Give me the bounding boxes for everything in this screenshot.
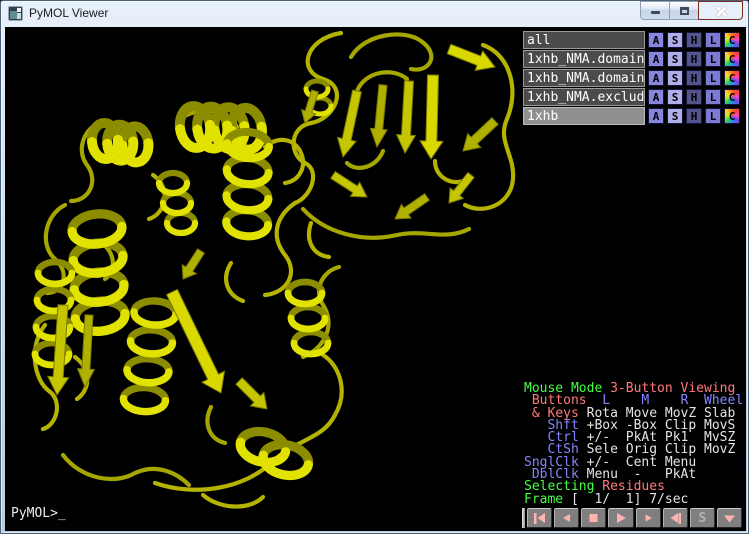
object-action-h-button[interactable]: H bbox=[686, 108, 702, 124]
object-action-c-button[interactable]: C bbox=[724, 32, 740, 48]
skip-end-icon bbox=[668, 512, 683, 524]
viewport-3d[interactable]: PyMOL>_ bbox=[5, 27, 522, 531]
maximize-button[interactable] bbox=[669, 1, 699, 20]
mouse-mode-panel: Mouse Mode 3-Button Viewing Buttons L M … bbox=[524, 383, 746, 506]
object-action-a-button[interactable]: A bbox=[648, 89, 664, 105]
object-name[interactable]: 1xhb bbox=[523, 107, 645, 125]
step-back-icon bbox=[559, 512, 574, 524]
object-action-s-button[interactable]: S bbox=[667, 70, 683, 86]
object-action-c-button[interactable]: C bbox=[724, 70, 740, 86]
play-button[interactable] bbox=[608, 508, 633, 528]
object-action-c-button[interactable]: C bbox=[724, 51, 740, 67]
object-action-a-button[interactable]: A bbox=[648, 51, 664, 67]
frame-last-button[interactable] bbox=[663, 508, 688, 528]
frame-forward-button[interactable] bbox=[636, 508, 661, 528]
object-action-l-button[interactable]: L bbox=[705, 89, 721, 105]
prompt-label: PyMOL> bbox=[11, 506, 58, 521]
object-action-h-button[interactable]: H bbox=[686, 89, 702, 105]
object-row: 1xhbASHLC bbox=[523, 107, 745, 125]
object-action-h-button[interactable]: H bbox=[686, 70, 702, 86]
maximize-icon bbox=[680, 7, 689, 15]
pymol-window: PyMOL Viewer PyMOL>_ allASHLC1xhb_NMA.do… bbox=[0, 0, 749, 534]
object-action-l-button[interactable]: L bbox=[705, 51, 721, 67]
object-name[interactable]: all bbox=[523, 31, 645, 49]
pymol-client-area: PyMOL>_ allASHLC1xhb_NMA.domain.ASHLC1xh… bbox=[5, 27, 746, 531]
object-row: 1xhb_NMA.domain.ASHLC bbox=[523, 69, 745, 87]
stop-button[interactable] bbox=[581, 508, 606, 528]
object-row: 1xhb_NMA.domain.ASHLC bbox=[523, 50, 745, 68]
minimize-button[interactable] bbox=[640, 1, 670, 20]
object-action-l-button[interactable]: L bbox=[705, 70, 721, 86]
protein-ribbon-structure bbox=[5, 27, 522, 531]
close-icon bbox=[699, 2, 742, 19]
mouse-panel-text: [ 1/ 1] 7/sec bbox=[571, 492, 688, 507]
pymol-app-icon bbox=[8, 6, 23, 21]
object-action-l-button[interactable]: L bbox=[705, 32, 721, 48]
skip-start-icon bbox=[532, 512, 547, 524]
play-icon bbox=[613, 512, 628, 524]
object-row: 1xhb_NMA.excludeASHLC bbox=[523, 88, 745, 106]
command-prompt[interactable]: PyMOL>_ bbox=[11, 506, 66, 521]
object-row: allASHLC bbox=[523, 31, 745, 49]
object-name[interactable]: 1xhb_NMA.domain. bbox=[523, 69, 645, 87]
frame-menu-button[interactable] bbox=[717, 508, 742, 528]
scene-button[interactable]: S bbox=[690, 508, 715, 528]
object-action-l-button[interactable]: L bbox=[705, 108, 721, 124]
frame-first-button[interactable] bbox=[527, 508, 552, 528]
object-list: allASHLC1xhb_NMA.domain.ASHLC1xhb_NMA.do… bbox=[523, 31, 745, 126]
object-action-c-button[interactable]: C bbox=[724, 108, 740, 124]
minimize-icon bbox=[651, 11, 660, 14]
window-title: PyMOL Viewer bbox=[29, 1, 108, 26]
object-action-h-button[interactable]: H bbox=[686, 51, 702, 67]
playback-bar: S bbox=[522, 508, 744, 528]
playback-edge bbox=[522, 508, 525, 528]
frame-back-button[interactable] bbox=[554, 508, 579, 528]
mouse-panel-line[interactable]: Frame [ 1/ 1] 7/sec bbox=[524, 494, 746, 506]
object-action-s-button[interactable]: S bbox=[667, 108, 683, 124]
down-icon bbox=[722, 512, 737, 524]
object-name[interactable]: 1xhb_NMA.domain. bbox=[523, 50, 645, 68]
step-fwd-icon bbox=[641, 512, 656, 524]
object-action-s-button[interactable]: S bbox=[667, 89, 683, 105]
scene-label: S bbox=[698, 512, 706, 525]
object-action-a-button[interactable]: A bbox=[648, 70, 664, 86]
stop-icon bbox=[586, 512, 601, 524]
mouse-panel-text: Frame bbox=[524, 492, 571, 507]
object-action-h-button[interactable]: H bbox=[686, 32, 702, 48]
prompt-cursor: _ bbox=[58, 506, 66, 521]
object-action-s-button[interactable]: S bbox=[667, 32, 683, 48]
titlebar[interactable]: PyMOL Viewer bbox=[1, 1, 748, 26]
object-action-c-button[interactable]: C bbox=[724, 89, 740, 105]
object-name[interactable]: 1xhb_NMA.exclude bbox=[523, 88, 645, 106]
object-action-a-button[interactable]: A bbox=[648, 108, 664, 124]
object-action-a-button[interactable]: A bbox=[648, 32, 664, 48]
close-button[interactable] bbox=[698, 1, 743, 20]
object-action-s-button[interactable]: S bbox=[667, 51, 683, 67]
control-sidepanel: allASHLC1xhb_NMA.domain.ASHLC1xhb_NMA.do… bbox=[522, 27, 746, 531]
